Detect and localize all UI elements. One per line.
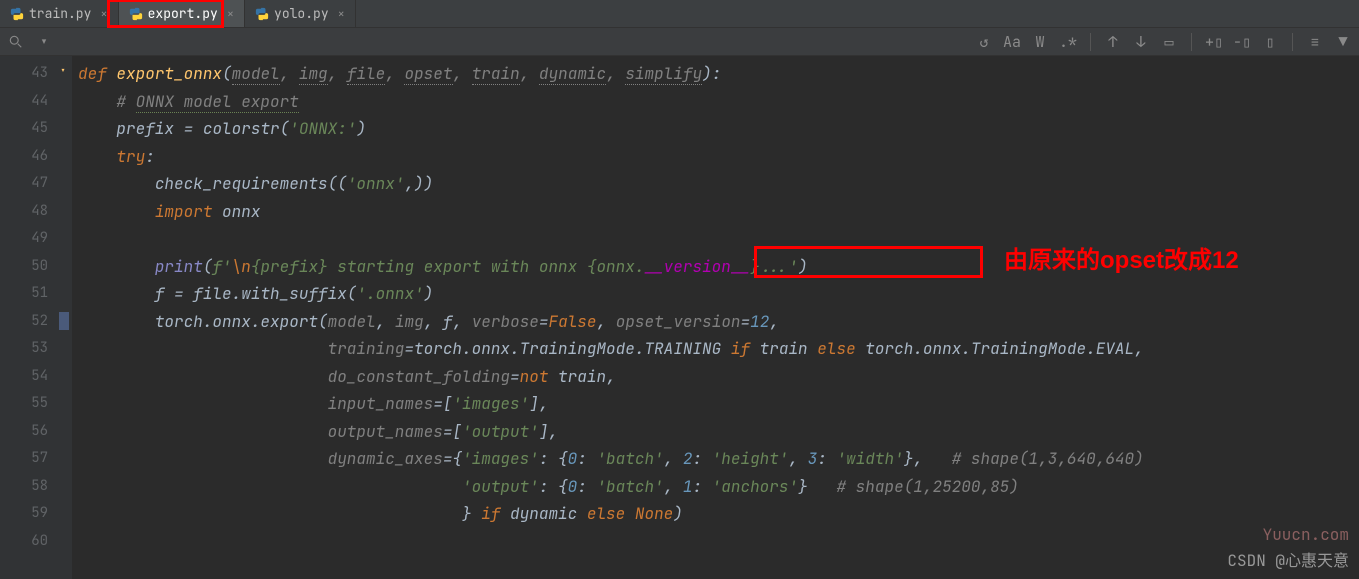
tab-yolo[interactable]: yolo.py × — [245, 0, 356, 27]
add-selection-icon[interactable]: +▯ — [1206, 34, 1222, 50]
remove-selection-icon[interactable]: −▯ — [1234, 34, 1250, 50]
line-number: 59 — [0, 500, 48, 528]
watermark-yuucn: Yuucn.com — [1263, 524, 1349, 545]
select-all-icon[interactable]: ▭ — [1161, 34, 1177, 50]
code-area[interactable]: def export_onnx(model, img, file, opset,… — [72, 56, 1144, 579]
line-number: 49 — [0, 225, 48, 253]
line-gutter: 434445464748495051525354555657585960 — [0, 56, 58, 579]
line-number: 46 — [0, 143, 48, 171]
regex-icon[interactable]: .* — [1060, 34, 1076, 50]
line-number: 52 — [0, 308, 48, 336]
watermark-csdn: CSDN @心惠天意 — [1227, 547, 1349, 571]
line-number: 54 — [0, 363, 48, 391]
tab-train[interactable]: train.py × — [0, 0, 119, 27]
search-input[interactable] — [64, 30, 544, 54]
caret-row-marker — [59, 312, 69, 330]
toggle-selection-icon[interactable]: ▯ — [1262, 34, 1278, 50]
line-number: 56 — [0, 418, 48, 446]
code-editor[interactable]: 434445464748495051525354555657585960 ▾ d… — [0, 56, 1359, 579]
tab-label: export.py — [148, 5, 218, 22]
tab-label: train.py — [29, 5, 91, 22]
tab-bar: train.py × export.py × yolo.py × — [0, 0, 1359, 28]
python-file-icon — [255, 7, 269, 21]
next-match-icon[interactable]: ↓ — [1133, 34, 1149, 50]
fold-column: ▾ — [58, 56, 72, 579]
line-number: 44 — [0, 88, 48, 116]
match-case-icon[interactable]: Aa — [1004, 34, 1020, 50]
search-toolbar: ▾ ↺ Aa W .* ↑ ↓ ▭ +▯ −▯ ▯ ≡ ▼ — [0, 28, 1359, 56]
python-file-icon — [129, 7, 143, 21]
line-number: 55 — [0, 390, 48, 418]
python-file-icon — [10, 7, 24, 21]
filter-icon[interactable]: ▼ — [1335, 34, 1351, 50]
line-number: 50 — [0, 253, 48, 281]
line-number: 47 — [0, 170, 48, 198]
line-number: 53 — [0, 335, 48, 363]
history-icon[interactable]: ↺ — [976, 34, 992, 50]
line-number: 48 — [0, 198, 48, 226]
annotation-text: 由原来的opset改成12 — [1004, 246, 1239, 276]
line-number: 51 — [0, 280, 48, 308]
settings-icon[interactable]: ≡ — [1307, 34, 1323, 50]
search-icon[interactable] — [8, 34, 24, 50]
close-icon[interactable]: × — [338, 6, 345, 22]
line-number: 43 — [0, 60, 48, 88]
line-number: 45 — [0, 115, 48, 143]
line-number: 58 — [0, 473, 48, 501]
prev-match-icon[interactable]: ↑ — [1105, 34, 1121, 50]
chevron-down-icon[interactable]: ▾ — [36, 34, 52, 50]
close-icon[interactable]: × — [100, 6, 107, 22]
tab-export[interactable]: export.py × — [119, 0, 245, 27]
close-icon[interactable]: × — [227, 6, 234, 22]
line-number: 57 — [0, 445, 48, 473]
fold-collapse-icon[interactable]: ▾ — [60, 64, 70, 74]
words-icon[interactable]: W — [1032, 34, 1048, 50]
tab-label: yolo.py — [274, 5, 329, 22]
line-number: 60 — [0, 528, 48, 556]
